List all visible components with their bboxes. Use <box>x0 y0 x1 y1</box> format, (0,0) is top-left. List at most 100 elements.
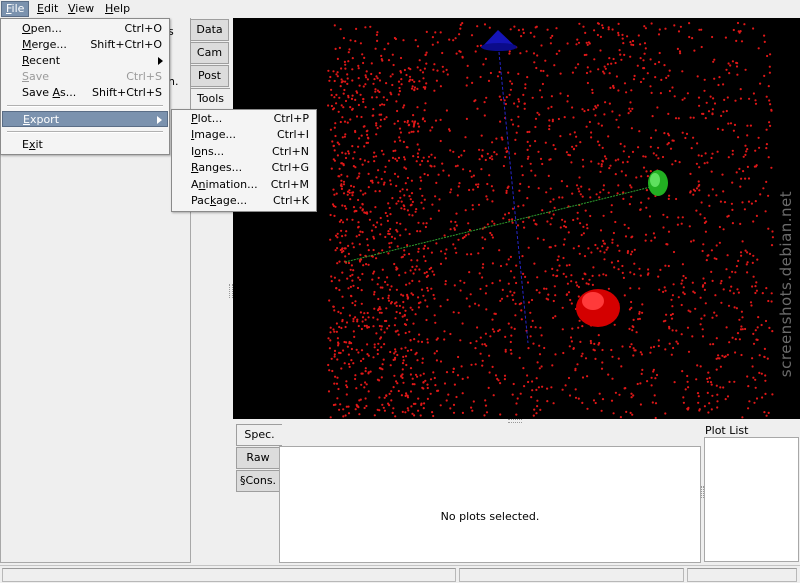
ion-point <box>549 200 552 203</box>
ion-point <box>741 240 744 243</box>
ion-point <box>484 238 487 241</box>
ion-point <box>417 397 420 400</box>
ion-point <box>351 108 354 111</box>
ion-point <box>410 87 414 90</box>
menu-item-merge[interactable]: Merge... Shift+Ctrl+O <box>2 37 168 53</box>
ion-point <box>482 263 485 266</box>
menu-view[interactable]: View <box>64 1 98 17</box>
ion-point <box>426 274 430 277</box>
ion-point <box>419 187 422 190</box>
ion-point <box>686 326 690 329</box>
ion-point <box>578 190 581 193</box>
plot-list-label: Plot List <box>705 424 749 437</box>
ion-point <box>511 207 515 210</box>
ion-point <box>708 402 711 405</box>
menu-item-ranges[interactable]: Ranges... Ctrl+G <box>173 160 315 176</box>
ion-point <box>406 297 409 300</box>
ion-point <box>381 268 384 271</box>
ion-point <box>746 124 749 127</box>
ion-point <box>527 347 530 350</box>
ion-point <box>416 375 419 378</box>
ion-point <box>446 298 449 301</box>
menu-edit[interactable]: Edit <box>33 1 62 17</box>
menu-item-image[interactable]: Image... Ctrl+I <box>173 127 315 143</box>
ion-point <box>510 352 513 355</box>
tab-tools[interactable]: Tools <box>190 88 230 110</box>
ion-point <box>423 272 426 275</box>
tab-data[interactable]: Data <box>190 19 229 41</box>
ion-point <box>560 180 563 183</box>
menu-item-save[interactable]: Save Ctrl+S <box>2 69 168 85</box>
ion-point <box>336 236 339 239</box>
menu-help[interactable]: Help <box>101 1 134 17</box>
ion-point <box>577 285 580 289</box>
ion-point <box>614 61 617 65</box>
ion-point <box>537 150 540 153</box>
menu-file[interactable]: File <box>1 1 30 17</box>
ion-point <box>549 158 552 161</box>
menu-item-exit[interactable]: Exit <box>2 137 168 153</box>
ion-point <box>623 223 626 226</box>
ion-point <box>471 204 474 207</box>
tab-post[interactable]: Post <box>190 65 229 87</box>
menu-item-animation[interactable]: Animation... Ctrl+M <box>173 177 315 193</box>
ion-point <box>453 284 456 287</box>
ion-point <box>493 312 496 315</box>
ion-point <box>668 194 671 197</box>
tab-cons[interactable]: §Cons. <box>236 470 280 492</box>
tab-raw[interactable]: Raw <box>236 447 280 469</box>
menu-item-save-as[interactable]: Save As... Shift+Ctrl+S <box>2 85 168 101</box>
ion-point <box>531 96 534 99</box>
ion-point <box>350 184 353 187</box>
ion-point <box>565 275 568 278</box>
ion-point <box>414 373 418 376</box>
3d-viewport[interactable] <box>233 18 800 419</box>
ion-point <box>552 198 555 201</box>
ion-point <box>674 117 678 120</box>
ion-point <box>376 348 379 352</box>
ion-point <box>426 338 429 341</box>
ion-point <box>439 118 442 121</box>
ion-point <box>646 380 649 383</box>
tab-cam[interactable]: Cam <box>190 42 229 64</box>
ion-point <box>345 380 348 383</box>
ion-point <box>519 182 522 185</box>
ion-point <box>408 75 412 78</box>
ion-point <box>420 201 423 204</box>
menu-item-recent[interactable]: Recent <box>2 53 168 69</box>
ion-point <box>377 307 380 311</box>
ion-point <box>703 217 706 220</box>
ion-point <box>418 280 421 283</box>
menu-item-package[interactable]: Package... Ctrl+K <box>173 193 315 209</box>
ion-point <box>433 376 436 380</box>
ion-point <box>390 399 393 402</box>
ion-point <box>345 341 348 344</box>
ion-point <box>458 182 461 185</box>
ion-point <box>667 112 670 115</box>
ion-point <box>725 109 728 113</box>
ion-point <box>549 42 552 45</box>
ion-point <box>469 341 472 345</box>
menu-item-ions[interactable]: Ions... Ctrl+N <box>173 144 315 160</box>
ion-point <box>403 158 406 161</box>
menu-item-export[interactable]: Export <box>2 111 168 127</box>
ion-point <box>432 293 435 297</box>
ion-point <box>522 272 525 275</box>
ion-point <box>393 172 397 175</box>
plot-list[interactable] <box>704 437 799 562</box>
ion-point <box>584 209 587 212</box>
ion-point <box>536 237 539 240</box>
ion-point <box>764 374 767 377</box>
menu-item-open[interactable]: Open... Ctrl+O <box>2 21 168 37</box>
ion-point <box>397 200 400 203</box>
ion-point <box>340 78 343 81</box>
ion-point <box>711 152 714 155</box>
ion-point <box>741 316 744 319</box>
tab-spec[interactable]: Spec. <box>236 424 282 446</box>
ion-point <box>514 314 517 317</box>
ion-point <box>547 293 550 296</box>
ion-point <box>528 130 531 133</box>
menu-item-plot[interactable]: Plot... Ctrl+P <box>173 111 315 127</box>
ion-point <box>460 365 463 368</box>
ion-point <box>496 377 499 380</box>
